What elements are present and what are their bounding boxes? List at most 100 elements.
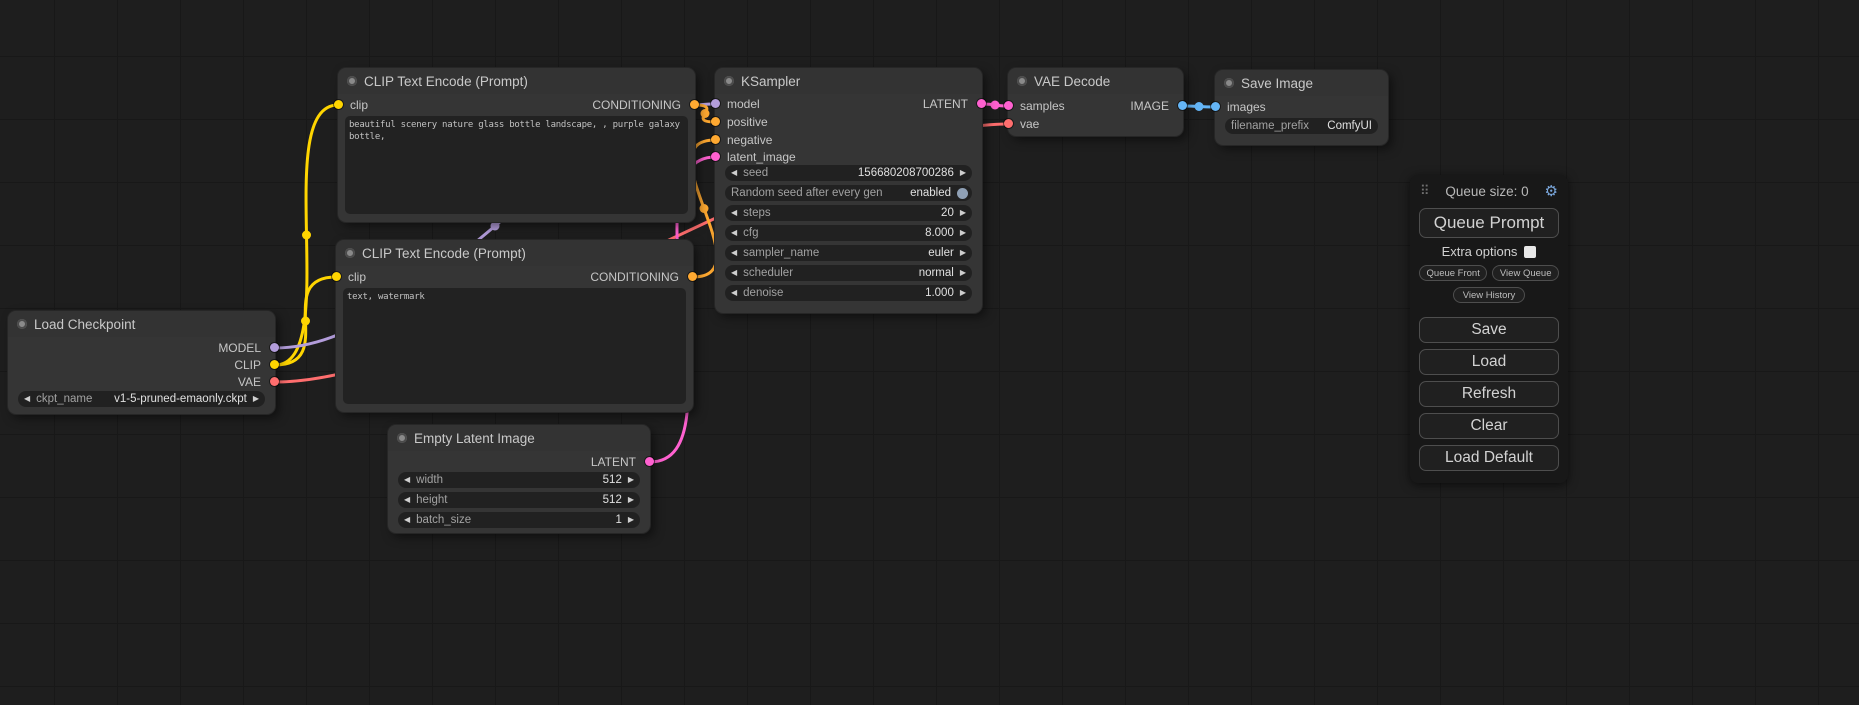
prev-value-arrow-icon[interactable]: ◀ xyxy=(731,245,737,261)
node-title-bar[interactable]: KSampler xyxy=(715,68,982,94)
vae-input-port[interactable] xyxy=(1004,119,1013,128)
node-collapse-dot-icon[interactable] xyxy=(1017,76,1027,86)
widget-value: euler xyxy=(825,247,954,259)
next-value-arrow-icon[interactable]: ▶ xyxy=(960,165,966,181)
drag-handle-icon[interactable]: ⠿ xyxy=(1420,183,1430,199)
prev-value-arrow-icon[interactable]: ◀ xyxy=(404,492,410,508)
denoise-widget[interactable]: ◀ denoise 1.000 ▶ xyxy=(725,285,972,301)
link-midpoint-dot xyxy=(491,222,500,231)
node-clip-text-encode-positive[interactable]: CLIP Text Encode (Prompt) clip CONDITION… xyxy=(338,68,695,222)
next-value-arrow-icon[interactable]: ▶ xyxy=(628,492,634,508)
latent-image-input-port[interactable] xyxy=(711,152,720,161)
next-value-arrow-icon[interactable]: ▶ xyxy=(960,265,966,281)
next-value-arrow-icon[interactable]: ▶ xyxy=(960,245,966,261)
prev-value-arrow-icon[interactable]: ◀ xyxy=(731,165,737,181)
queue-front-button[interactable]: Queue Front xyxy=(1419,265,1487,281)
images-input-port[interactable] xyxy=(1211,102,1220,111)
model-input-port[interactable] xyxy=(711,99,720,108)
output-slot-label-clip: CLIP xyxy=(234,357,261,373)
widget-label: seed xyxy=(743,167,768,179)
node-ksampler[interactable]: KSampler model positive negative latent_… xyxy=(715,68,982,313)
random-seed-toggle-widget[interactable]: Random seed after every gen enabled xyxy=(725,185,972,201)
widget-label: denoise xyxy=(743,287,783,299)
comfy-menu-panel[interactable]: ⠿ Queue size: 0 ⚙ Queue Prompt Extra opt… xyxy=(1410,175,1568,483)
next-value-arrow-icon[interactable]: ▶ xyxy=(960,285,966,301)
node-clip-text-encode-negative[interactable]: CLIP Text Encode (Prompt) clip CONDITION… xyxy=(336,240,693,412)
ckpt-name-widget[interactable]: ◀ ckpt_name v1-5-pruned-emaonly.ckpt ▶ xyxy=(18,391,265,407)
node-vae-decode[interactable]: VAE Decode samples vae IMAGE xyxy=(1008,68,1183,136)
view-queue-button[interactable]: View Queue xyxy=(1492,265,1559,281)
node-collapse-dot-icon[interactable] xyxy=(345,248,355,258)
settings-gear-icon[interactable]: ⚙ xyxy=(1545,182,1558,200)
prev-value-arrow-icon[interactable]: ◀ xyxy=(731,205,737,221)
conditioning-output-port[interactable] xyxy=(690,100,699,109)
latent-output-port[interactable] xyxy=(645,457,654,466)
widget-value: 1 xyxy=(477,514,622,526)
extra-options-label: Extra options xyxy=(1442,244,1518,259)
save-button[interactable]: Save xyxy=(1419,317,1559,343)
model-output-port[interactable] xyxy=(270,343,279,352)
input-slot-label-latent-image: latent_image xyxy=(727,149,796,165)
node-title-bar[interactable]: CLIP Text Encode (Prompt) xyxy=(336,240,693,266)
latent-output-port[interactable] xyxy=(977,99,986,108)
node-collapse-dot-icon[interactable] xyxy=(1224,78,1234,88)
node-save-image[interactable]: Save Image images filename_prefix ComfyU… xyxy=(1215,70,1388,145)
node-title-bar[interactable]: VAE Decode xyxy=(1008,68,1183,94)
sampler-name-widget[interactable]: ◀ sampler_name euler ▶ xyxy=(725,245,972,261)
node-collapse-dot-icon[interactable] xyxy=(347,76,357,86)
load-default-button[interactable]: Load Default xyxy=(1419,445,1559,471)
cfg-widget[interactable]: ◀ cfg 8.000 ▶ xyxy=(725,225,972,241)
next-value-arrow-icon[interactable]: ▶ xyxy=(960,225,966,241)
steps-widget[interactable]: ◀ steps 20 ▶ xyxy=(725,205,972,221)
height-widget[interactable]: ◀ height 512 ▶ xyxy=(398,492,640,508)
positive-input-port[interactable] xyxy=(711,117,720,126)
input-slot-label-clip: clip xyxy=(350,97,368,113)
prev-value-arrow-icon[interactable]: ◀ xyxy=(731,285,737,301)
width-widget[interactable]: ◀ width 512 ▶ xyxy=(398,472,640,488)
widget-label: scheduler xyxy=(743,267,793,279)
batch-size-widget[interactable]: ◀ batch_size 1 ▶ xyxy=(398,512,640,528)
view-history-button[interactable]: View History xyxy=(1453,287,1525,303)
extra-options-checkbox[interactable] xyxy=(1524,246,1536,258)
toggle-knob-icon[interactable] xyxy=(957,188,968,199)
node-title-bar[interactable]: Empty Latent Image xyxy=(388,425,650,451)
next-value-arrow-icon[interactable]: ▶ xyxy=(628,512,634,528)
node-title-bar[interactable]: Save Image xyxy=(1215,70,1388,96)
node-collapse-dot-icon[interactable] xyxy=(17,319,27,329)
queue-prompt-button[interactable]: Queue Prompt xyxy=(1419,208,1559,238)
node-empty-latent-image[interactable]: Empty Latent Image LATENT ◀ width 512 ▶ … xyxy=(388,425,650,533)
widget-value: 8.000 xyxy=(765,227,954,239)
prev-value-arrow-icon[interactable]: ◀ xyxy=(731,225,737,241)
filename-prefix-widget[interactable]: filename_prefix ComfyUI xyxy=(1225,118,1378,134)
prompt-textarea[interactable]: text, watermark xyxy=(343,288,686,404)
next-value-arrow-icon[interactable]: ▶ xyxy=(253,391,259,407)
prev-value-arrow-icon[interactable]: ◀ xyxy=(731,265,737,281)
samples-input-port[interactable] xyxy=(1004,101,1013,110)
seed-widget[interactable]: ◀ seed 156680208700286 ▶ xyxy=(725,165,972,181)
clip-output-port[interactable] xyxy=(270,360,279,369)
link-midpoint-dot xyxy=(1195,102,1204,111)
clear-button[interactable]: Clear xyxy=(1419,413,1559,439)
output-slot-label-conditioning: CONDITIONING xyxy=(592,97,681,113)
clip-input-port[interactable] xyxy=(334,100,343,109)
node-collapse-dot-icon[interactable] xyxy=(724,76,734,86)
next-value-arrow-icon[interactable]: ▶ xyxy=(628,472,634,488)
vae-output-port[interactable] xyxy=(270,377,279,386)
prev-value-arrow-icon[interactable]: ◀ xyxy=(404,472,410,488)
negative-input-port[interactable] xyxy=(711,135,720,144)
conditioning-output-port[interactable] xyxy=(688,272,697,281)
prompt-textarea[interactable]: beautiful scenery nature glass bottle la… xyxy=(345,116,688,214)
image-output-port[interactable] xyxy=(1178,101,1187,110)
node-title-bar[interactable]: Load Checkpoint xyxy=(8,311,275,337)
refresh-button[interactable]: Refresh xyxy=(1419,381,1559,407)
next-value-arrow-icon[interactable]: ▶ xyxy=(960,205,966,221)
load-button[interactable]: Load xyxy=(1419,349,1559,375)
node-collapse-dot-icon[interactable] xyxy=(397,433,407,443)
prev-value-arrow-icon[interactable]: ◀ xyxy=(24,391,30,407)
node-title-bar[interactable]: CLIP Text Encode (Prompt) xyxy=(338,68,695,94)
scheduler-widget[interactable]: ◀ scheduler normal ▶ xyxy=(725,265,972,281)
node-load-checkpoint[interactable]: Load Checkpoint MODEL CLIP VAE ◀ ckpt_na… xyxy=(8,311,275,414)
node-graph-canvas[interactable]: Load Checkpoint MODEL CLIP VAE ◀ ckpt_na… xyxy=(0,0,1859,705)
prev-value-arrow-icon[interactable]: ◀ xyxy=(404,512,410,528)
clip-input-port[interactable] xyxy=(332,272,341,281)
